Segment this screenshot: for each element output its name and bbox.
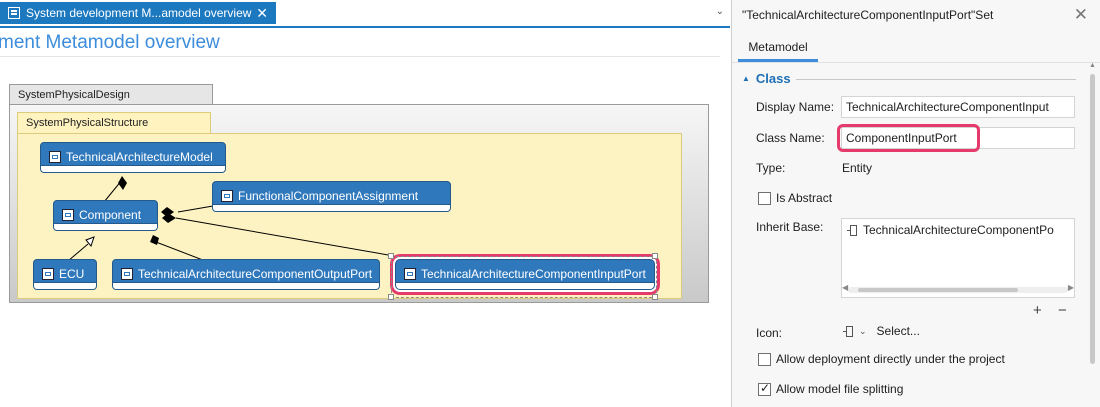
node-component[interactable]: Component — [53, 200, 158, 231]
ecu-icon — [42, 268, 54, 280]
connector-component-inputport[interactable] — [175, 217, 395, 257]
close-icon[interactable]: ✕ — [1074, 5, 1088, 25]
icon-label: Icon: — [756, 326, 783, 340]
allow-deployment-label[interactable]: Allow deployment directly under the proj… — [776, 352, 1005, 366]
model-icon — [49, 151, 61, 163]
resize-handle[interactable] — [388, 253, 394, 259]
resize-handle[interactable] — [652, 294, 658, 300]
port-icon — [843, 325, 853, 337]
node-ecu[interactable]: ECU — [33, 259, 97, 290]
diagram-editor: System development M...amodel overview ✕… — [0, 0, 730, 407]
chevron-down-icon[interactable]: ⌄ — [859, 326, 867, 337]
vertical-scrollbar[interactable]: ▲ — [1089, 62, 1096, 366]
type-value: Entity — [842, 161, 873, 175]
display-name-label: Display Name: — [756, 100, 835, 114]
node-label: ECU — [59, 267, 85, 281]
resize-handle[interactable] — [652, 253, 658, 259]
assignment-icon — [221, 190, 233, 202]
selection-outline — [391, 256, 657, 298]
port-icon — [121, 268, 133, 280]
is-abstract-checkbox[interactable] — [758, 192, 771, 205]
inherit-base-label: Inherit Base: — [756, 220, 824, 234]
tab-metamodel[interactable]: Metamodel — [738, 38, 818, 62]
scroll-left-icon[interactable]: ◀ — [842, 283, 848, 292]
add-button[interactable]: + — [1033, 302, 1042, 319]
resize-handle[interactable] — [388, 294, 394, 300]
allow-splitting-checkbox[interactable] — [758, 381, 771, 396]
node-label: TechnicalArchitectureComponentOutputPort — [138, 267, 373, 281]
section-class-header[interactable]: ▲ Class — [742, 71, 791, 86]
allow-splitting-label[interactable]: Allow model file splitting — [776, 382, 903, 396]
collapse-triangle-icon: ▲ — [742, 74, 750, 83]
scroll-right-icon[interactable]: ▶ — [1068, 283, 1074, 292]
tab-divider — [732, 62, 1100, 63]
composition-diamond — [150, 235, 159, 245]
icon-select-link[interactable]: Select... — [877, 324, 920, 338]
node-technical-architecture-model[interactable]: TechnicalArchitectureModel — [40, 142, 226, 173]
class-name-label: Class Name: — [756, 131, 825, 145]
section-divider — [796, 79, 1076, 80]
node-output-port[interactable]: TechnicalArchitectureComponentOutputPort — [112, 259, 380, 290]
type-label: Type: — [756, 161, 786, 175]
class-name-highlight — [837, 124, 980, 152]
composition-diamond — [118, 176, 127, 190]
node-label: Component — [79, 208, 142, 222]
properties-panel: "TechnicalArchitectureComponentInputPort… — [731, 0, 1100, 407]
scroll-up-icon[interactable]: ▲ — [1089, 62, 1096, 69]
component-icon — [62, 209, 74, 221]
inherit-base-item-label: TechnicalArchitectureComponentPo — [863, 223, 1054, 237]
connector-component-assignment[interactable] — [177, 205, 214, 213]
display-name-field[interactable]: TechnicalArchitectureComponentInput — [841, 96, 1075, 118]
icon-picker[interactable]: ⌄ Select... — [843, 324, 920, 338]
inherit-base-list[interactable]: TechnicalArchitectureComponentPo ◀ ▶ — [841, 218, 1075, 298]
panel-title: "TechnicalArchitectureComponentInputPort… — [742, 8, 994, 22]
list-item[interactable]: TechnicalArchitectureComponentPo — [847, 223, 1054, 237]
node-functional-component-assignment[interactable]: FunctionalComponentAssignment — [212, 181, 451, 212]
allow-deployment-checkbox[interactable] — [758, 353, 771, 366]
is-abstract-label[interactable]: Is Abstract — [776, 191, 832, 205]
scrollbar-thumb[interactable] — [1090, 74, 1095, 364]
section-label: Class — [755, 71, 791, 86]
horizontal-scrollbar[interactable]: ◀ ▶ — [842, 283, 1074, 293]
port-icon — [847, 224, 857, 236]
scrollbar-thumb[interactable] — [858, 288, 1018, 292]
node-label: FunctionalComponentAssignment — [238, 189, 419, 203]
node-label: TechnicalArchitectureModel — [66, 150, 213, 164]
remove-button[interactable]: − — [1058, 302, 1067, 319]
